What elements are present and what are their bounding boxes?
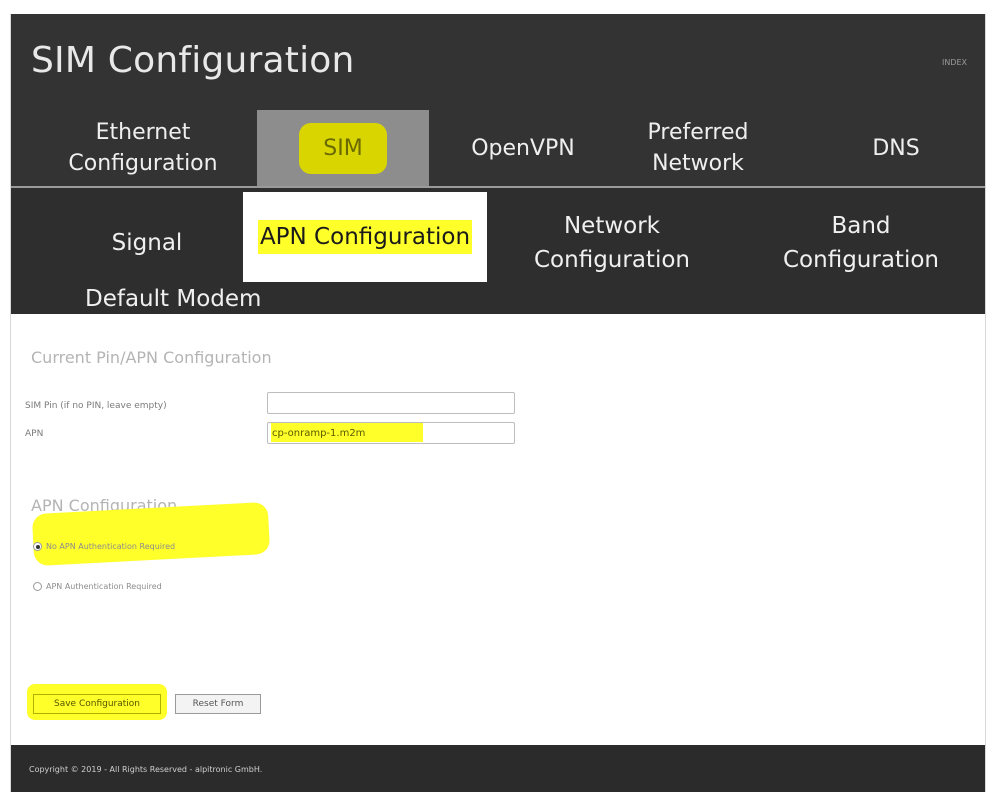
current-config-heading: Current Pin/APN Configuration xyxy=(31,348,272,367)
subtab-network-configuration[interactable]: Network Configuration xyxy=(517,206,707,280)
tab-openvpn[interactable]: OpenVPN xyxy=(443,110,603,186)
tab-preferred-network[interactable]: Preferred Network xyxy=(623,110,773,186)
radio-label: APN Authentication Required xyxy=(46,582,162,591)
radio-no-apn-auth[interactable]: No APN Authentication Required xyxy=(33,542,175,551)
subtab-label-line1: Network xyxy=(563,213,661,239)
tab-dns[interactable]: DNS xyxy=(821,110,971,186)
apn-input[interactable] xyxy=(267,422,515,444)
tab-label-line1: Ethernet xyxy=(95,120,191,145)
footer-copyright: Copyright © 2019 - All Rights Reserved -… xyxy=(29,765,263,774)
subtab-label: Default Modem xyxy=(85,286,262,312)
save-configuration-button[interactable]: Save Configuration xyxy=(33,694,161,714)
apn-label: APN xyxy=(25,429,44,439)
tab-label: SIM xyxy=(299,122,387,174)
subtab-label-line1: Band xyxy=(831,213,891,239)
header: SIM Configuration INDEX xyxy=(11,14,985,110)
tab-label-line1: Preferred xyxy=(647,120,749,145)
sub-tab-bar: Signal APN Configuration Network Configu… xyxy=(11,188,985,314)
radio-label: No APN Authentication Required xyxy=(46,542,176,551)
top-right-link[interactable]: INDEX xyxy=(942,58,967,67)
sim-pin-input[interactable] xyxy=(267,392,515,414)
tab-label: DNS xyxy=(872,135,920,161)
page-title: SIM Configuration xyxy=(31,40,355,81)
highlight-marker xyxy=(31,501,271,567)
subtab-band-configuration[interactable]: Band Configuration xyxy=(763,206,959,280)
radio-button[interactable] xyxy=(33,542,42,551)
radio-apn-auth[interactable]: APN Authentication Required xyxy=(33,582,162,591)
tab-label: OpenVPN xyxy=(471,135,575,161)
subtab-default-modem[interactable]: Default Modem xyxy=(85,282,305,316)
tab-sim[interactable]: SIM xyxy=(257,110,429,186)
reset-form-button[interactable]: Reset Form xyxy=(175,694,261,714)
tab-label-line2: Network xyxy=(652,151,744,176)
radio-button[interactable] xyxy=(33,582,42,591)
subtab-label-line2: Configuration xyxy=(534,247,690,273)
tab-label-line2: Configuration xyxy=(68,151,218,176)
subtab-label: Signal xyxy=(111,230,183,256)
sim-pin-label: SIM Pin (if no PIN, leave empty) xyxy=(25,401,167,411)
subtab-label-line2: Configuration xyxy=(783,247,939,273)
page-frame: SIM Configuration INDEX Ethernet Configu… xyxy=(10,14,986,792)
main-tab-bar: Ethernet Configuration SIM OpenVPN Prefe… xyxy=(11,110,985,186)
subtab-label: APN Configuration xyxy=(257,220,473,254)
subtab-signal[interactable]: Signal xyxy=(77,208,217,278)
subtab-apn-configuration[interactable]: APN Configuration xyxy=(243,192,487,282)
tab-ethernet-configuration[interactable]: Ethernet Configuration xyxy=(47,110,239,186)
footer: Copyright © 2019 - All Rights Reserved -… xyxy=(11,745,985,792)
